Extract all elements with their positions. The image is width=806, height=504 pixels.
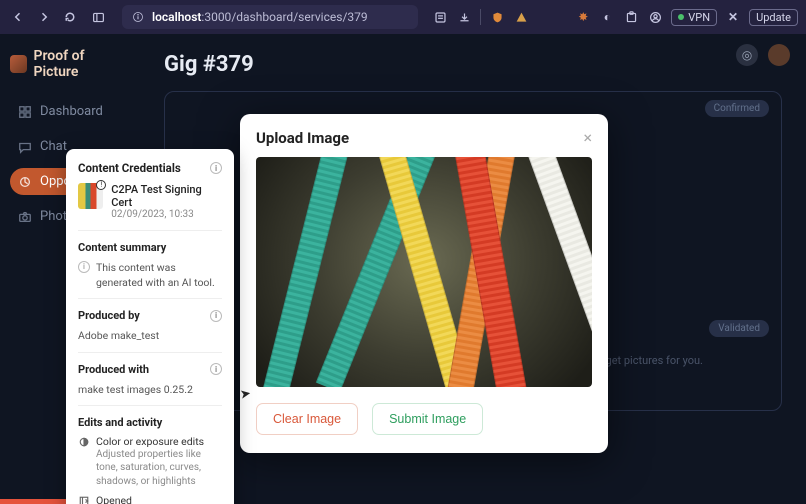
- clear-image-button[interactable]: Clear Image: [256, 403, 358, 435]
- cert-row: ! C2PA Test Signing Cert 02/09/2023, 10:…: [78, 183, 222, 220]
- opportunities-icon: [18, 175, 32, 189]
- ribbon-decor: [523, 157, 592, 387]
- cert-name: C2PA Test Signing Cert: [111, 183, 222, 209]
- info-icon[interactable]: i: [210, 162, 222, 174]
- info-icon[interactable]: i: [210, 363, 222, 375]
- edit-title: Color or exposure edits: [96, 435, 222, 448]
- cert-thumbnail: !: [78, 183, 103, 209]
- credentials-header-text: Content Credentials: [78, 161, 181, 175]
- produced-with-section: Produced with i make test images 0.25.2: [78, 352, 222, 405]
- account-icon[interactable]: [647, 9, 663, 25]
- brand-name: Proof of Picture: [33, 48, 130, 80]
- edit-item-color: Color or exposure edits Adjusted propert…: [78, 435, 222, 489]
- submit-image-button[interactable]: Submit Image: [372, 403, 483, 435]
- content-credentials-panel: Content Credentials i ! C2PA Test Signin…: [66, 149, 234, 504]
- ext-icon-1[interactable]: ✸: [575, 9, 591, 25]
- page-title: Gig #379: [164, 52, 782, 77]
- divider: [480, 9, 481, 25]
- header-actions: ◎: [736, 44, 790, 66]
- modal-header: Upload Image ×: [256, 128, 592, 147]
- close-tab-icon[interactable]: ✕: [725, 9, 741, 25]
- url-bar[interactable]: localhost:3000/dashboard/services/379: [122, 5, 418, 29]
- browser-chrome: localhost:3000/dashboard/services/379 ✸ …: [0, 0, 806, 34]
- site-info-icon[interactable]: [130, 9, 146, 25]
- close-icon[interactable]: ×: [583, 128, 592, 147]
- warning-icon[interactable]: [513, 9, 529, 25]
- summary-header: Content summary: [78, 241, 166, 254]
- download-icon[interactable]: [456, 9, 472, 25]
- url-host: localhost:3000/dashboard/services/379: [152, 10, 368, 24]
- content-summary-section: Content summary i This content was gener…: [78, 230, 222, 298]
- notifications-icon[interactable]: ◎: [736, 44, 758, 66]
- produced-with-header: Produced with: [78, 363, 149, 376]
- produced-by-header: Produced by: [78, 309, 140, 322]
- status-badge-validated: Validated: [709, 320, 769, 337]
- edit-desc: Adjusted properties like tone, saturatio…: [96, 448, 222, 489]
- sidebar-item-label: Chat: [40, 139, 67, 154]
- info-icon: i: [78, 261, 90, 273]
- color-edit-icon: [78, 436, 90, 448]
- dashboard-icon: [18, 105, 32, 119]
- camera-icon: [18, 210, 32, 224]
- produced-by-section: Produced by i Adobe make_test: [78, 298, 222, 351]
- cursor-icon: ➤: [239, 386, 252, 403]
- sidebar-item-label: Dashboard: [40, 104, 103, 119]
- upload-image-modal: Upload Image × Clear Image Submit Image: [240, 114, 608, 453]
- edits-activity-section: Edits and activity Color or exposure edi…: [78, 405, 222, 504]
- modal-actions: Clear Image Submit Image: [256, 403, 592, 435]
- info-icon[interactable]: i: [210, 310, 222, 322]
- reload-button[interactable]: [60, 7, 80, 27]
- produced-with-value: make test images 0.25.2: [78, 382, 222, 397]
- sidebar-toggle-icon[interactable]: [88, 7, 108, 27]
- summary-text: This content was generated with an AI to…: [96, 260, 222, 290]
- edit-item-opened: Opened: [78, 494, 222, 504]
- brand[interactable]: Proof of Picture: [10, 48, 130, 80]
- credentials-header: Content Credentials i: [78, 161, 222, 175]
- produced-by-value: Adobe make_test: [78, 328, 222, 343]
- cert-badge-icon: !: [96, 180, 106, 190]
- edit-title: Opened: [96, 494, 132, 504]
- chat-icon: [18, 140, 32, 154]
- edits-header: Edits and activity: [78, 416, 162, 429]
- uploaded-image-preview: [256, 157, 592, 387]
- status-badge-confirmed: Confirmed: [705, 100, 769, 117]
- forward-button[interactable]: [34, 7, 54, 27]
- extensions-icon[interactable]: [623, 9, 639, 25]
- nav-group: [8, 7, 80, 27]
- chrome-right-icons: ✸ ◐ VPN ✕ Update: [432, 9, 798, 26]
- reader-icon[interactable]: [432, 9, 448, 25]
- cert-date: 02/09/2023, 10:33: [111, 209, 222, 220]
- avatar[interactable]: [768, 44, 790, 66]
- app-root: Proof of Picture Dashboard Chat Opport P…: [0, 34, 806, 504]
- update-button[interactable]: Update: [749, 9, 798, 26]
- sidebar-item-dashboard[interactable]: Dashboard: [10, 98, 130, 125]
- vpn-badge[interactable]: VPN: [671, 9, 717, 26]
- opened-icon: [78, 495, 90, 504]
- brand-logo: [10, 55, 27, 73]
- ext-icon-2[interactable]: ◐: [599, 9, 615, 25]
- back-button[interactable]: [8, 7, 28, 27]
- shield-icon[interactable]: [489, 9, 505, 25]
- modal-title: Upload Image: [256, 129, 349, 147]
